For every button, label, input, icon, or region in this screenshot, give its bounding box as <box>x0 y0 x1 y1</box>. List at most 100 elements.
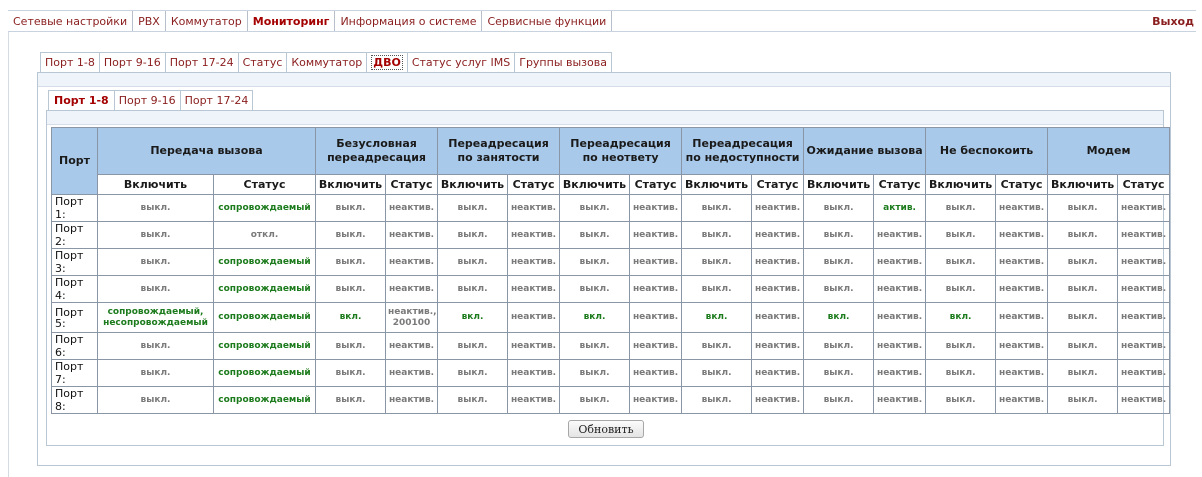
group-header: Передача вызова <box>96 127 317 175</box>
menu-switch[interactable]: Коммутатор <box>166 11 248 31</box>
status-cell: неактив. <box>1117 248 1171 276</box>
status-column-header: Статус <box>873 174 927 195</box>
status-cell: неактив. <box>1117 302 1171 333</box>
status-cell: неактив. <box>629 302 683 333</box>
tab-dvo[interactable]: ДВО <box>367 52 408 72</box>
enable-cell: выкл. <box>925 248 997 276</box>
enable-column-header: Включить <box>315 174 387 195</box>
enable-cell: выкл. <box>1047 275 1119 303</box>
enable-cell: выкл. <box>803 275 875 303</box>
status-cell: неактив. <box>1117 221 1171 249</box>
status-cell: неактив. <box>751 248 805 276</box>
port-range-tabs: Порт 1-8 Порт 9-16 Порт 17-24 <box>48 90 254 110</box>
status-cell: сопровождаемый <box>212 275 317 303</box>
menu-network-settings[interactable]: Сетевые настройки <box>8 11 134 31</box>
status-cell: неактив. <box>751 332 805 360</box>
status-cell: неактив. <box>995 359 1049 387</box>
tab-ports-1-8[interactable]: Порт 1-8 <box>40 52 100 72</box>
status-column-header: Статус <box>385 174 439 195</box>
group-header: Переадресация по неответу <box>559 127 683 175</box>
status-cell: неактив. <box>995 248 1049 276</box>
enable-cell: вкл. <box>559 302 631 333</box>
port-label: Порт 5: <box>51 302 98 333</box>
tab-switch[interactable]: Коммутатор <box>287 52 368 72</box>
group-header: Переадресация по занятости <box>437 127 561 175</box>
table-row: Порт 3: выкл. сопровождаемый выкл. неактив. в… <box>51 248 1171 276</box>
status-cell: неактив. <box>629 359 683 387</box>
enable-column-header: Включить <box>437 174 509 195</box>
port-label: Порт 4: <box>51 275 98 303</box>
enable-cell: выкл. <box>97 194 214 222</box>
enable-cell: выкл. <box>437 332 509 360</box>
enable-cell: вкл. <box>315 302 387 333</box>
menu-service-functions[interactable]: Сервисные функции <box>482 11 613 31</box>
table-row: Порт 7: выкл. сопровождаемый выкл. неактив. в… <box>51 359 1171 387</box>
status-cell: неактив. <box>873 359 927 387</box>
status-cell: сопровождаемый <box>212 386 317 414</box>
enable-cell: выкл. <box>1047 221 1119 249</box>
tab-ports-9-16[interactable]: Порт 9-16 <box>99 52 166 72</box>
enable-cell: выкл. <box>559 194 631 222</box>
enable-cell: выкл. <box>803 332 875 360</box>
monitoring-tabs: Порт 1-8 Порт 9-16 Порт 17-24 Статус Ком… <box>40 52 612 72</box>
status-cell: неактив. <box>507 302 561 333</box>
menu-system-info[interactable]: Информация о системе <box>335 11 483 31</box>
enable-column-header: Включить <box>97 174 214 195</box>
enable-cell: выкл. <box>803 359 875 387</box>
enable-cell: выкл. <box>559 248 631 276</box>
enable-cell: выкл. <box>803 194 875 222</box>
enable-cell: выкл. <box>559 332 631 360</box>
enable-cell: выкл. <box>803 386 875 414</box>
table-row: Порт 8: выкл. сопровождаемый выкл. неактив. в… <box>51 386 1171 414</box>
status-cell: неактив. <box>385 359 439 387</box>
enable-cell: выкл. <box>681 332 753 360</box>
enable-cell: выкл. <box>1047 359 1119 387</box>
enable-cell: выкл. <box>1047 302 1119 333</box>
port-tab-17-24[interactable]: Порт 17-24 <box>180 90 254 110</box>
enable-cell: выкл. <box>925 359 997 387</box>
table-row: Порт 1: выкл. сопровождаемый выкл. неактив. в… <box>51 194 1171 222</box>
tab-ims-status[interactable]: Статус услуг IMS <box>407 52 516 72</box>
status-cell: неактив. <box>1117 359 1171 387</box>
enable-cell: выкл. <box>559 275 631 303</box>
port-label: Порт 2: <box>51 221 98 249</box>
enable-cell: выкл. <box>315 332 387 360</box>
menu-pbx[interactable]: PBX <box>133 11 166 31</box>
status-cell: откл. <box>212 221 317 249</box>
status-cell: неактив. <box>1117 386 1171 414</box>
status-cell: сопровождаемый <box>212 248 317 276</box>
left-border <box>8 32 9 477</box>
table-row: Порт 5: сопровождаемый, несопровождаемый с… <box>51 302 1171 333</box>
port-label: Порт 1: <box>51 194 98 222</box>
enable-cell: выкл. <box>97 221 214 249</box>
tab-ports-17-24[interactable]: Порт 17-24 <box>165 52 239 72</box>
port-tab-1-8[interactable]: Порт 1-8 <box>48 90 115 110</box>
tab-call-groups[interactable]: Группы вызова <box>515 52 612 72</box>
status-cell: неактив. <box>507 194 561 222</box>
refresh-button[interactable]: Обновить <box>568 420 644 438</box>
top-menu-items: Сетевые настройки PBX Коммутатор Монитор… <box>8 11 613 31</box>
status-cell: неактив. <box>995 275 1049 303</box>
status-cell: неактив. <box>629 332 683 360</box>
enable-cell: выкл. <box>681 248 753 276</box>
enable-cell: выкл. <box>97 332 214 360</box>
enable-cell: вкл. <box>681 302 753 333</box>
enable-cell: выкл. <box>97 248 214 276</box>
status-cell: неактив. <box>507 386 561 414</box>
status-cell: неактив. <box>995 332 1049 360</box>
enable-cell: выкл. <box>315 386 387 414</box>
group-header: Ожидание вызова <box>803 127 927 175</box>
status-cell: неактив. <box>873 386 927 414</box>
enable-cell: вкл. <box>925 302 997 333</box>
port-label: Порт 7: <box>51 359 98 387</box>
enable-cell: выкл. <box>559 386 631 414</box>
tab-status[interactable]: Статус <box>238 52 288 72</box>
status-cell: неактив. <box>751 359 805 387</box>
port-tab-9-16[interactable]: Порт 9-16 <box>114 90 181 110</box>
enable-cell: вкл. <box>437 302 509 333</box>
enable-cell: выкл. <box>437 248 509 276</box>
status-cell: неактив. <box>629 275 683 303</box>
menu-monitoring[interactable]: Мониторинг <box>248 11 336 31</box>
table-row: Порт 6: выкл. сопровождаемый выкл. неактив. в… <box>51 332 1171 360</box>
exit-link[interactable]: Выход <box>1152 15 1196 28</box>
